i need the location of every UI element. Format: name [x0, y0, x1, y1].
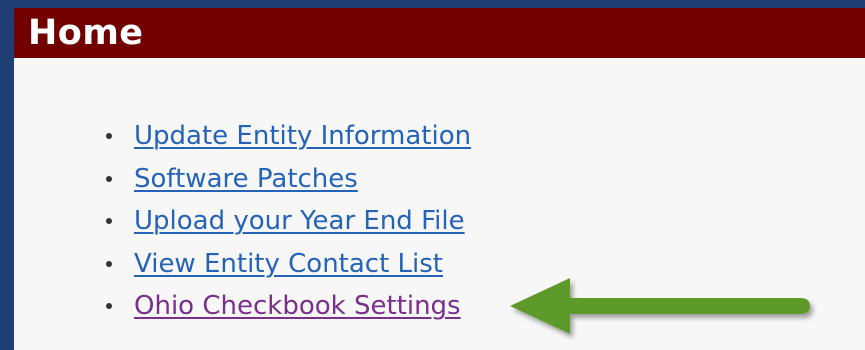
view-entity-contact-list-link[interactable]: View Entity Contact List [134, 249, 443, 279]
bullet-icon [106, 260, 112, 267]
list-item: Ohio Checkbook Settings [106, 285, 471, 328]
ohio-checkbook-settings-link[interactable]: Ohio Checkbook Settings [134, 291, 461, 321]
bullet-icon [106, 133, 112, 139]
list-item: View Entity Contact List [106, 243, 471, 286]
bullet-icon [106, 175, 112, 182]
green-arrow-left-icon [510, 278, 810, 334]
software-patches-link[interactable]: Software Patches [134, 164, 358, 194]
list-item: Software Patches [106, 158, 471, 201]
update-entity-information-link[interactable]: Update Entity Information [134, 121, 471, 151]
list-item: Upload your Year End File [106, 200, 471, 243]
list-item: Update Entity Information [106, 115, 471, 158]
home-link-list: Update Entity Information Software Patch… [106, 115, 471, 328]
bullet-icon [106, 303, 112, 309]
upload-year-end-file-link[interactable]: Upload your Year End File [134, 206, 465, 236]
header-bar: Home [14, 8, 865, 58]
bullet-icon [106, 218, 112, 224]
page-title: Home [28, 13, 144, 53]
